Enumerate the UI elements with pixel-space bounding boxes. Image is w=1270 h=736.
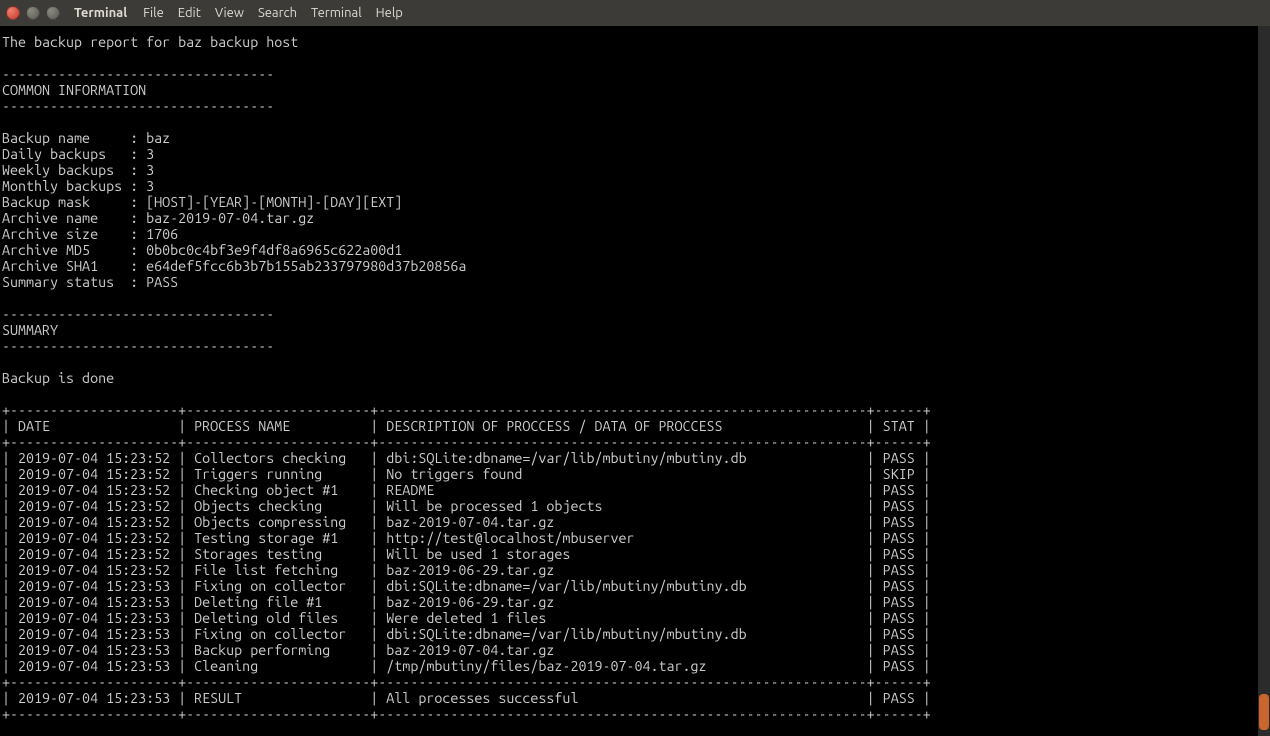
maximize-icon[interactable] <box>46 6 60 20</box>
terminal-output[interactable]: The backup report for baz backup host --… <box>0 26 1270 736</box>
close-icon[interactable] <box>6 6 20 20</box>
menu-items: File Edit View Search Terminal Help <box>143 6 403 20</box>
scroll-thumb[interactable] <box>1259 694 1269 730</box>
app-title: Terminal <box>74 6 127 20</box>
menu-terminal[interactable]: Terminal <box>311 6 362 20</box>
menu-search[interactable]: Search <box>258 6 297 20</box>
menubar: Terminal File Edit View Search Terminal … <box>0 0 1270 26</box>
window-buttons <box>6 6 60 20</box>
menu-edit[interactable]: Edit <box>178 6 201 20</box>
menu-help[interactable]: Help <box>376 6 403 20</box>
scrollbar[interactable] <box>1258 26 1270 736</box>
menu-view[interactable]: View <box>215 6 244 20</box>
menu-file[interactable]: File <box>143 6 164 20</box>
minimize-icon[interactable] <box>26 6 40 20</box>
